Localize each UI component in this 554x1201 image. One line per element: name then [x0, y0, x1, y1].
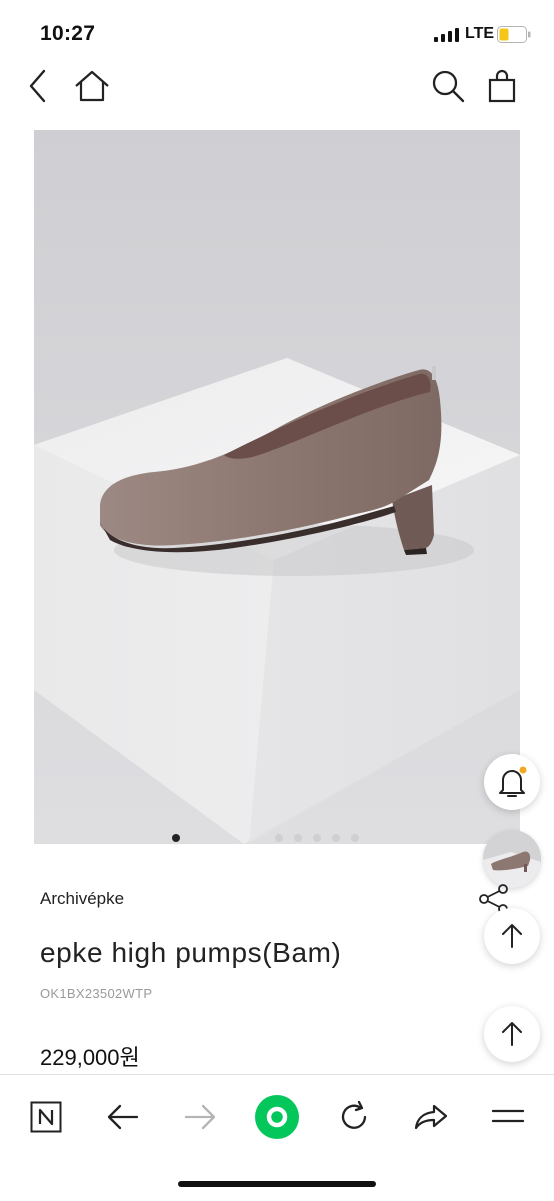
browser-forward-button[interactable] [176, 1093, 224, 1141]
recent-thumbnail[interactable] [483, 830, 541, 888]
green-dot-button[interactable] [253, 1093, 301, 1141]
arrow-up-icon [502, 924, 522, 948]
home-button[interactable] [70, 64, 114, 108]
shopping-bag-icon [488, 69, 516, 103]
status-time: 10:27 [40, 22, 96, 45]
home-icon [75, 70, 109, 102]
shoe-photo [34, 130, 520, 844]
arrow-up-icon [502, 1022, 522, 1046]
forward-arrow-icon [184, 1104, 216, 1130]
shoe-thumbnail [483, 830, 541, 888]
gallery-dot-1[interactable] [172, 834, 180, 842]
refresh-icon [341, 1101, 367, 1129]
search-icon [432, 70, 465, 103]
gallery-dot-5[interactable] [332, 834, 340, 842]
product-image[interactable] [34, 130, 520, 844]
refresh-button[interactable] [330, 1093, 378, 1141]
gallery-dot-3[interactable] [294, 834, 302, 842]
search-button[interactable] [426, 64, 470, 108]
green-dot-icon [255, 1095, 299, 1139]
network-label: LTE [465, 25, 495, 42]
browser-back-button[interactable] [99, 1093, 147, 1141]
product-name: epke high pumps(Bam) [40, 937, 342, 968]
top-nav [0, 64, 554, 114]
gallery-dot-2[interactable] [275, 834, 283, 842]
battery-icon [497, 26, 531, 43]
scroll-top-button-2[interactable] [484, 1006, 540, 1062]
notification-button[interactable] [484, 754, 540, 810]
back-icon [29, 69, 46, 103]
naver-n-icon [30, 1101, 62, 1133]
share-arrow-icon [414, 1104, 448, 1130]
product-price: 229,000원 [40, 1045, 140, 1070]
gallery-dot-6[interactable] [351, 834, 359, 842]
naver-button[interactable] [22, 1093, 70, 1141]
back-arrow-icon [107, 1104, 139, 1130]
menu-button[interactable] [484, 1093, 532, 1141]
gallery-dot-4[interactable] [313, 834, 321, 842]
scroll-top-button[interactable] [484, 908, 540, 964]
home-indicator[interactable] [178, 1181, 376, 1187]
product-brand[interactable]: Archivépke [40, 889, 124, 909]
status-bar: 10:27 LTE [0, 0, 554, 64]
bell-icon [499, 766, 527, 797]
signal-icon [434, 28, 459, 42]
cart-button[interactable] [480, 64, 524, 108]
back-button[interactable] [16, 64, 60, 108]
product-code: OK1BX23502WTP [40, 986, 153, 1001]
menu-icon [491, 1109, 525, 1123]
share-page-button[interactable] [407, 1093, 455, 1141]
gallery-pagination[interactable] [172, 832, 359, 844]
